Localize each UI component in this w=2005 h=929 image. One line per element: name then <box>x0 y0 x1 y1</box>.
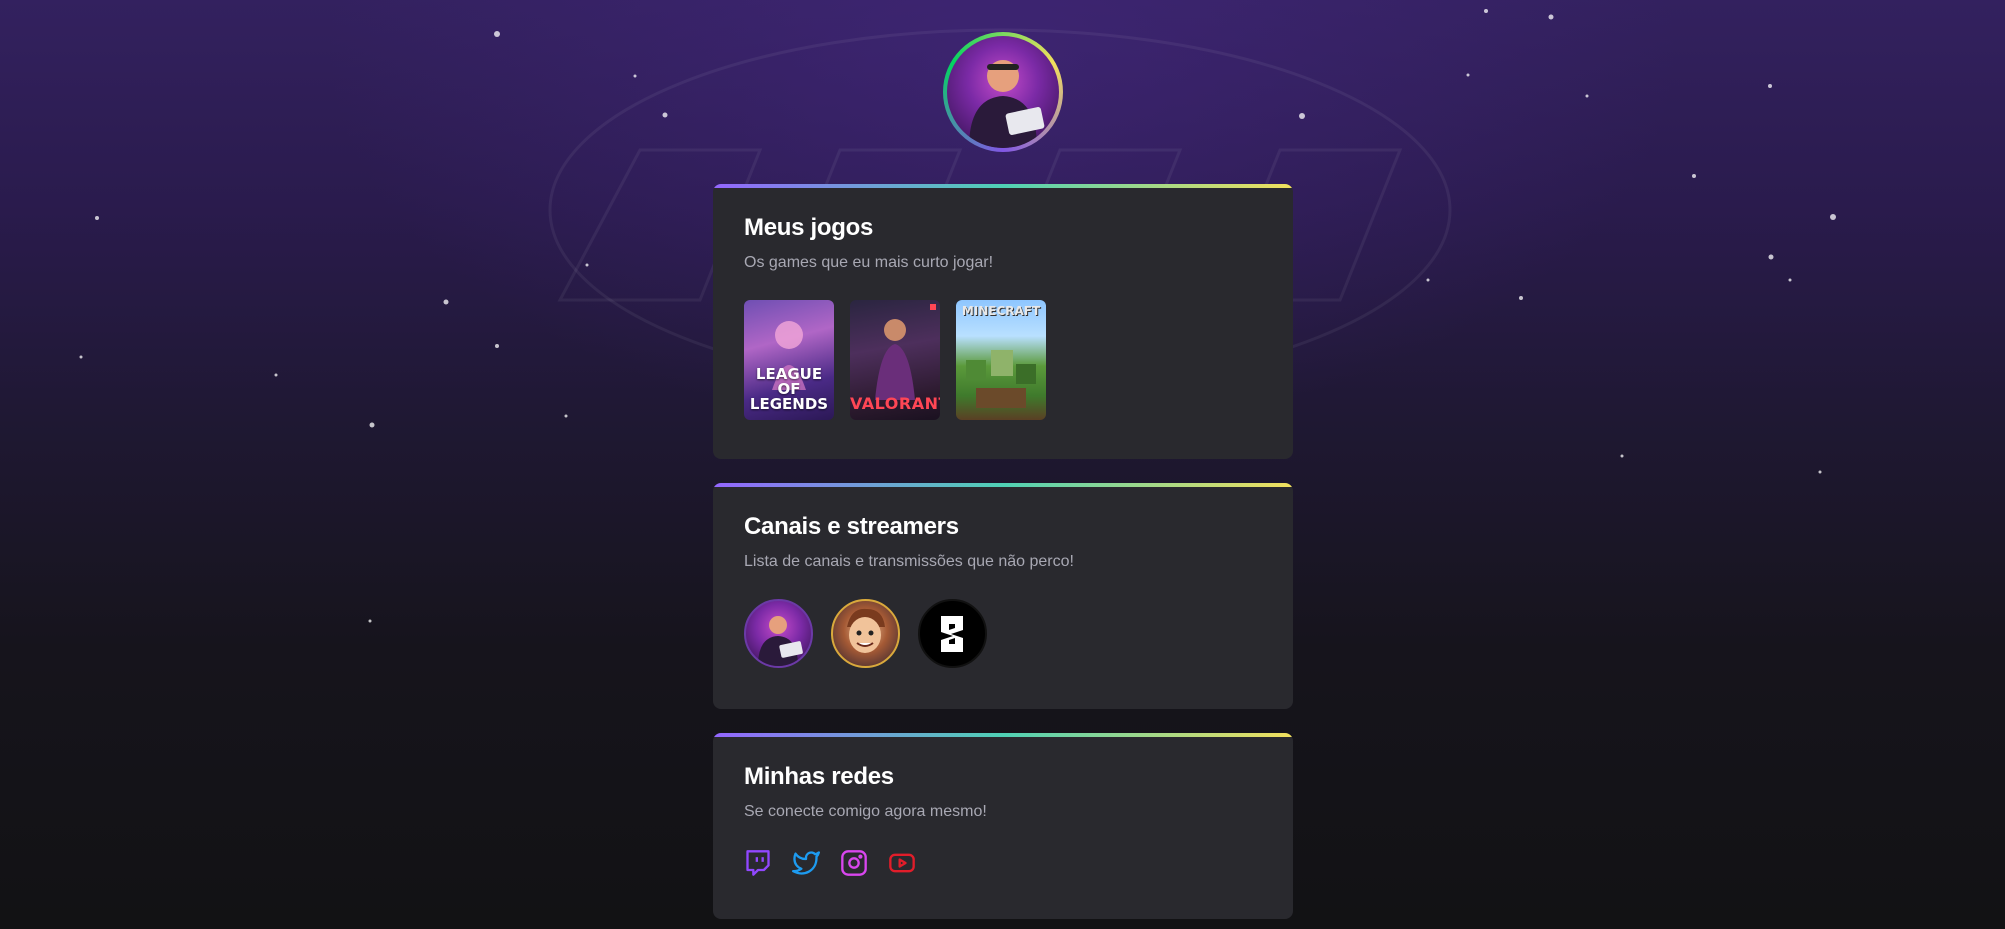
social-section-title: Minhas redes <box>744 763 894 790</box>
channels-section-title: Canais e streamers <box>744 513 959 540</box>
channel-esports-logo[interactable] <box>918 599 987 668</box>
games-list: LEAGUE OF LEGENDS VALORANT MINECRAFT <box>744 300 1262 420</box>
twitter-icon[interactable] <box>792 849 820 877</box>
youtube-icon[interactable] <box>888 849 916 877</box>
game-label: VALORANT <box>850 394 940 413</box>
game-valorant[interactable]: VALORANT <box>850 300 940 420</box>
twitch-icon[interactable] <box>744 849 772 877</box>
channels-section-subtitle: Lista de canais e transmissões que não p… <box>744 553 1074 570</box>
channel-streamer-avatar[interactable] <box>744 599 813 668</box>
gamer-avatar-image <box>947 36 1059 148</box>
game-league-of-legends[interactable]: LEAGUE OF LEGENDS <box>744 300 834 420</box>
channels-card: Canais e streamers Lista de canais e tra… <box>713 483 1293 709</box>
profile-avatar <box>943 32 1063 152</box>
instagram-icon[interactable] <box>840 849 868 877</box>
game-minecraft[interactable]: MINECRAFT <box>956 300 1046 420</box>
game-label: LEAGUE OF LEGENDS <box>749 365 829 413</box>
game-label: MINECRAFT <box>961 304 1041 318</box>
games-card: Meus jogos Os games que eu mais curto jo… <box>713 184 1293 459</box>
social-links <box>744 849 1262 877</box>
channel-cartoon-streamer-avatar[interactable] <box>831 599 900 668</box>
games-section-subtitle: Os games que eu mais curto jogar! <box>744 254 994 271</box>
social-card: Minhas redes Se conecte comigo agora mes… <box>713 733 1293 919</box>
games-section-title: Meus jogos <box>744 214 874 241</box>
channels-list <box>744 599 1262 668</box>
social-section-subtitle: Se conecte comigo agora mesmo! <box>744 803 987 820</box>
